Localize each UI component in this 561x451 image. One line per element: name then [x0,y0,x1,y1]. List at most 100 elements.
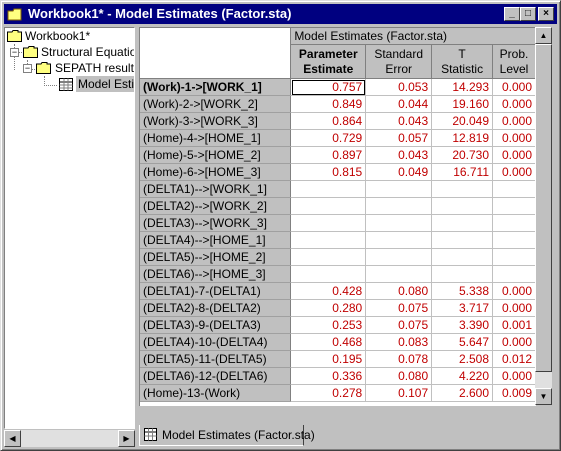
table-cell[interactable]: 0.049 [365,163,433,181]
table-cell[interactable]: 0.000 [492,78,536,96]
table-cell[interactable]: 0.253 [290,316,367,334]
table-cell[interactable] [492,197,536,215]
row-header[interactable]: (Work)-2->[WORK_2] [140,95,292,113]
row-header[interactable]: (Home)-5->[HOME_2] [140,146,292,164]
table-cell[interactable]: 0.897 [290,146,367,164]
table-cell[interactable] [431,214,494,232]
table-cell[interactable]: 2.600 [431,384,494,402]
table-cell[interactable]: 0.043 [365,112,433,130]
table-cell[interactable]: 3.717 [431,299,494,317]
table-cell[interactable]: 0.044 [365,95,433,113]
table-cell[interactable] [431,180,494,198]
table-cell[interactable] [365,248,433,266]
row-header[interactable]: (DELTA3)-9-(DELTA3) [140,316,292,334]
table-cell[interactable] [492,265,536,283]
row-header[interactable]: (Work)-3->[WORK_3] [140,112,292,130]
table-cell[interactable]: 5.338 [431,282,494,300]
column-header[interactable]: T Statistic [431,44,494,79]
table-cell[interactable] [290,248,367,266]
grid-corner-cell[interactable] [140,28,292,79]
workbook-tree[interactable]: Workbook1* − Structural Equation − SEPAT… [4,27,135,429]
row-header[interactable]: (DELTA3)-->[WORK_3] [140,214,292,232]
table-cell[interactable] [365,231,433,249]
table-cell[interactable]: 0.000 [492,146,536,164]
table-cell[interactable]: 0.080 [365,367,433,385]
table-cell[interactable]: 0.000 [492,112,536,130]
table-cell[interactable]: 20.049 [431,112,494,130]
scroll-down-button[interactable]: ▼ [535,388,552,405]
table-cell[interactable]: 16.711 [431,163,494,181]
row-header[interactable]: (DELTA4)-10-(DELTA4) [140,333,292,351]
close-button[interactable]: × [538,7,554,21]
tree-item-sepath-results[interactable]: SEPATH result [35,60,134,76]
table-cell[interactable]: 0.043 [365,146,433,164]
collapse-toggle[interactable]: − [23,64,32,73]
table-cell[interactable]: 0.057 [365,129,433,147]
table-cell[interactable] [492,248,536,266]
title-bar[interactable]: Workbook1* - Model Estimates (Factor.sta… [4,4,557,24]
table-cell[interactable] [492,180,536,198]
row-header[interactable]: (DELTA5)-11-(DELTA5) [140,350,292,368]
row-header[interactable]: (Home)-4->[HOME_1] [140,129,292,147]
table-cell[interactable]: 0.278 [290,384,367,402]
table-cell[interactable] [290,197,367,215]
table-cell[interactable]: 0.053 [365,78,433,96]
table-cell[interactable]: 5.647 [431,333,494,351]
table-cell[interactable] [492,214,536,232]
table-cell[interactable] [365,214,433,232]
table-cell[interactable]: 0.075 [365,316,433,334]
tab-model-estimates[interactable]: Model Estimates (Factor.sta) [139,425,315,446]
table-cell[interactable]: 2.508 [431,350,494,368]
spreadsheet-grid[interactable]: Model Estimates (Factor.sta) Parameter Es… [139,27,536,406]
row-header[interactable]: (DELTA2)-8-(DELTA2) [140,299,292,317]
table-cell[interactable] [365,265,433,283]
table-cell[interactable]: 20.730 [431,146,494,164]
table-cell[interactable]: 0.075 [365,299,433,317]
table-cell[interactable] [290,265,367,283]
table-cell[interactable]: 0.001 [492,316,536,334]
table-cell[interactable]: 4.220 [431,367,494,385]
table-cell[interactable]: 0.000 [492,333,536,351]
tree-item-model-estimates[interactable]: Model Esti [59,76,134,92]
row-header[interactable]: (DELTA1)-->[WORK_1] [140,180,292,198]
table-cell[interactable]: 0.000 [492,163,536,181]
table-cell[interactable] [365,180,433,198]
collapse-toggle[interactable]: − [10,48,19,57]
table-cell[interactable]: 14.293 [431,78,494,96]
column-header[interactable]: Standard Error [365,44,433,79]
table-cell[interactable]: 19.160 [431,95,494,113]
table-cell[interactable]: 0.012 [492,350,536,368]
table-cell[interactable] [290,214,367,232]
table-cell[interactable]: 0.815 [290,163,367,181]
column-header[interactable]: Prob. Level [492,44,536,79]
table-cell[interactable]: 0.080 [365,282,433,300]
table-cell[interactable]: 0.000 [492,367,536,385]
table-cell[interactable]: 0.849 [290,95,367,113]
table-cell[interactable]: 0.000 [492,282,536,300]
table-cell[interactable]: 0.107 [365,384,433,402]
scroll-thumb[interactable] [535,44,552,372]
table-cell[interactable]: 0.000 [492,95,536,113]
table-cell[interactable] [431,248,494,266]
table-cell[interactable]: 0.729 [290,129,367,147]
table-cell[interactable] [365,197,433,215]
table-cell[interactable]: 0.083 [365,333,433,351]
table-cell[interactable]: 0.864 [290,112,367,130]
row-header[interactable]: (DELTA2)-->[WORK_2] [140,197,292,215]
table-cell[interactable] [290,180,367,198]
tree-horizontal-scrollbar[interactable]: ◀ ▶ [4,430,135,447]
row-header[interactable]: (Home)-13-(Work) [140,384,292,402]
table-cell[interactable] [431,197,494,215]
row-header[interactable]: (DELTA6)-->[HOME_3] [140,265,292,283]
column-header[interactable]: Parameter Estimate [290,44,367,79]
table-cell[interactable] [431,265,494,283]
table-cell[interactable]: 0.468 [290,333,367,351]
table-cell[interactable]: 0.428 [290,282,367,300]
row-header[interactable]: (DELTA4)-->[HOME_1] [140,231,292,249]
row-header[interactable]: (Work)-1->[WORK_1] [140,78,292,96]
table-cell[interactable]: 0.000 [492,299,536,317]
grid-vertical-scrollbar[interactable]: ▲ ▼ [535,27,552,405]
maximize-button[interactable]: □ [520,7,536,21]
table-cell[interactable]: 0.078 [365,350,433,368]
table-cell[interactable]: 0.009 [492,384,536,402]
